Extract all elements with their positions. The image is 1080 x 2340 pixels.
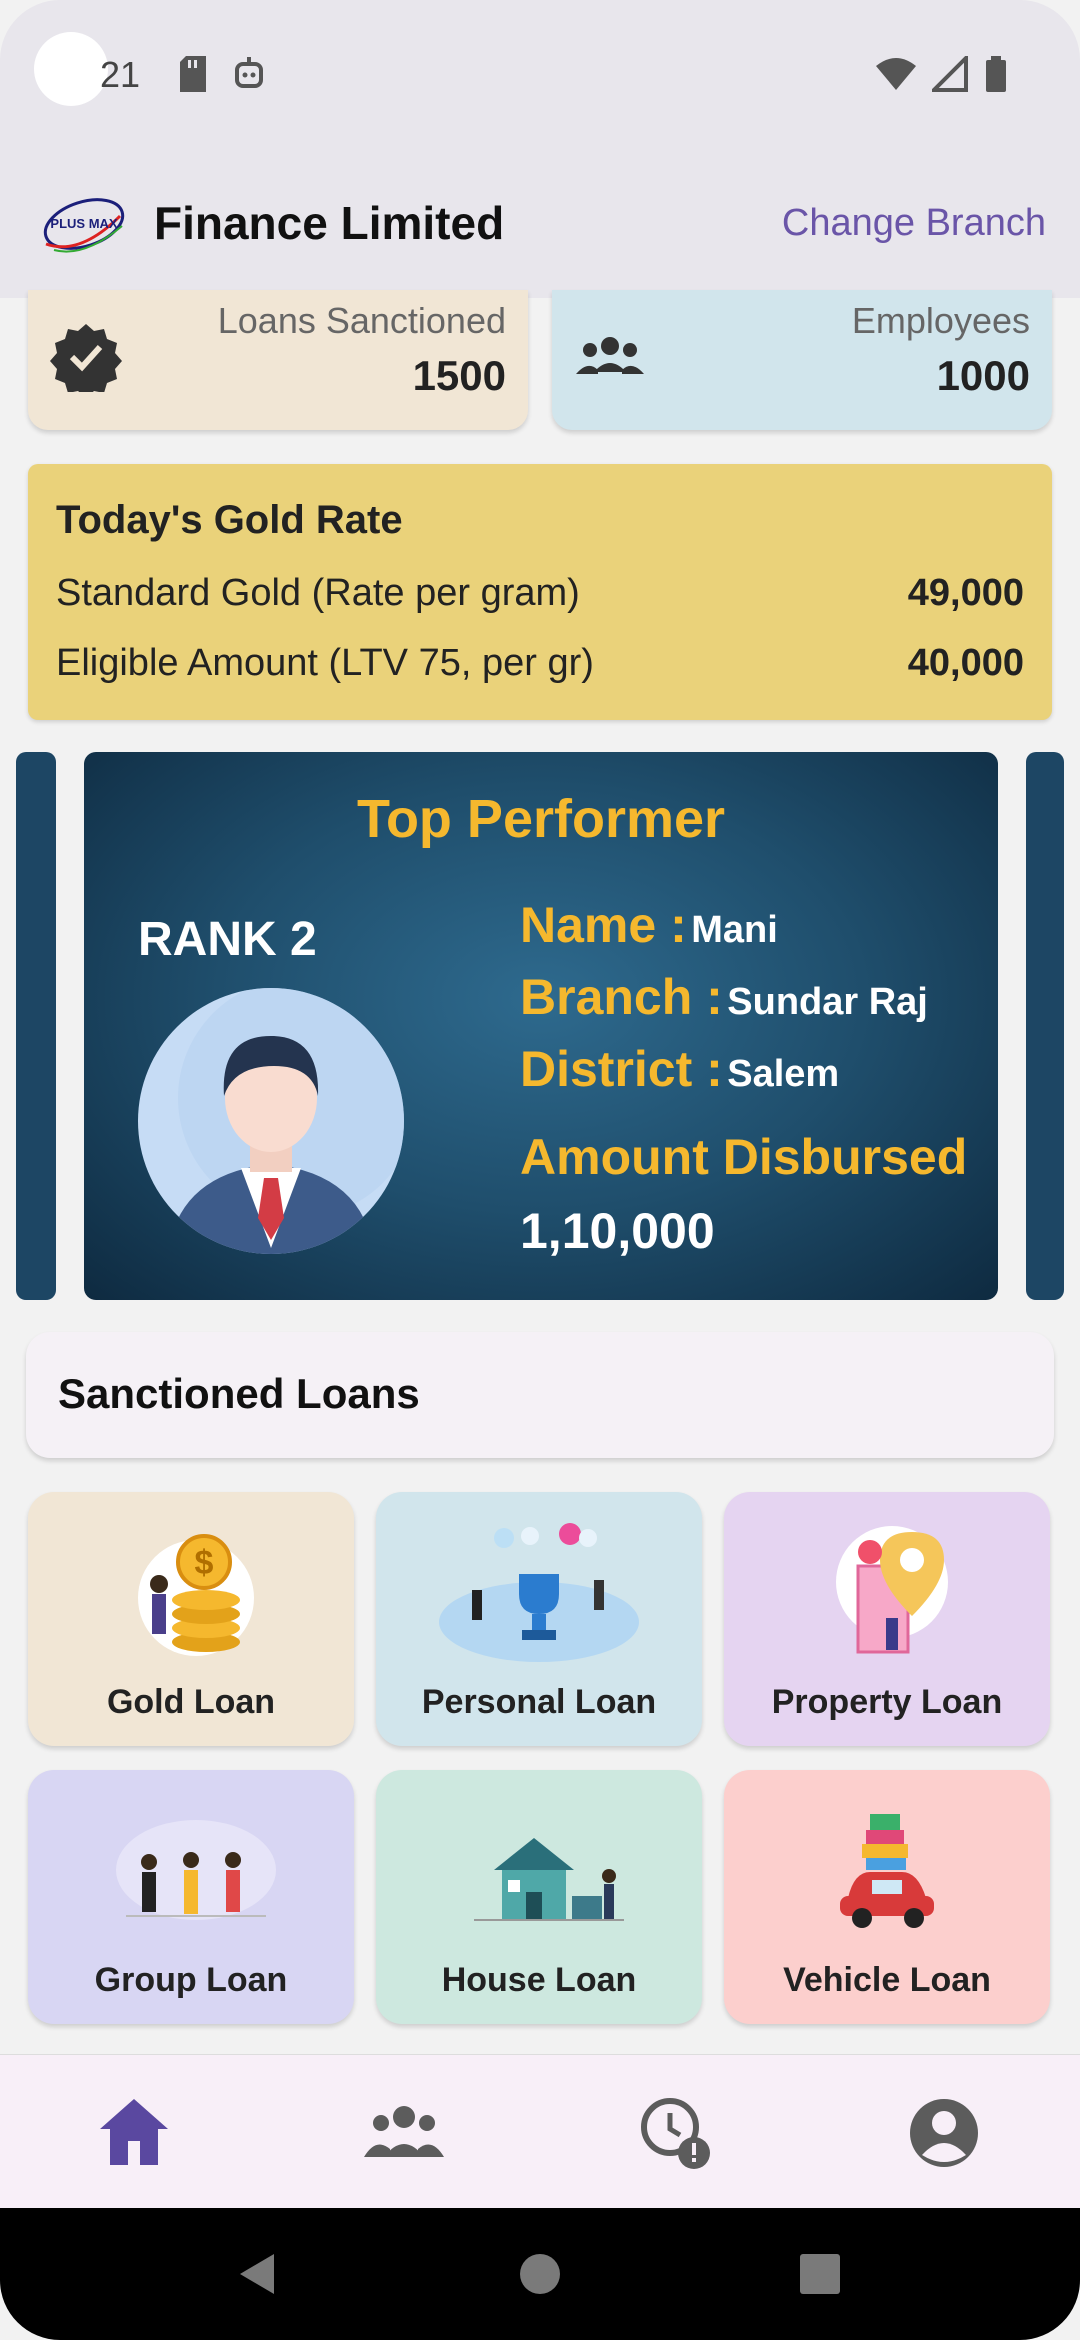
gold-loan-tile[interactable]: $ Gold Loan: [28, 1492, 354, 1746]
loan-label: Property Loan: [771, 1683, 1003, 1721]
stat-label: Loans Sanctioned: [217, 300, 506, 341]
performer-district: Salem: [727, 1053, 840, 1095]
home-button-icon[interactable]: [518, 2252, 562, 2296]
status-time: 21: [100, 54, 141, 95]
performer-name: Mani: [691, 909, 778, 951]
wifi-icon: [876, 58, 916, 90]
status-bar: 21: [0, 0, 1080, 150]
gold-rate-row: Standard Gold (Rate per gram) 49,000: [56, 572, 1024, 615]
svg-text:PLUS MAX: PLUS MAX: [50, 216, 118, 231]
loans-sanctioned-card[interactable]: Loans Sanctioned 1500: [28, 290, 528, 430]
loan-label: Vehicle Loan: [783, 1961, 991, 1999]
gold-coins-illustration: $: [138, 1534, 254, 1656]
bottom-navigation: [0, 2054, 1080, 2208]
gold-rate-row: Eligible Amount (LTV 75, per gr) 40,000: [56, 642, 1024, 685]
account-icon[interactable]: [904, 2093, 984, 2173]
gold-rate-label: Eligible Amount (LTV 75, per gr): [56, 642, 594, 684]
gold-rate-value: 40,000: [907, 642, 1024, 684]
gold-rate-card: Today's Gold Rate Standard Gold (Rate pe…: [28, 464, 1052, 720]
performer-district-row: District : Salem: [520, 1040, 839, 1098]
verified-badge-icon: [50, 324, 122, 392]
battery-icon: [986, 56, 1006, 92]
vehicle-loan-tile[interactable]: Vehicle Loan: [724, 1770, 1050, 2024]
performer-name-row: Name : Mani: [520, 896, 778, 954]
group-icon: [576, 337, 644, 374]
loan-label: Personal Loan: [421, 1683, 657, 1721]
group-handshake-illustration: [116, 1820, 276, 1920]
sanctioned-loans-header: Sanctioned Loans: [26, 1332, 1054, 1458]
performer-branch-row: Branch : Sundar Raj: [520, 968, 928, 1026]
stat-label: Employees: [851, 300, 1030, 341]
house-loan-tile[interactable]: House Loan: [376, 1770, 702, 2024]
performer-title: Top Performer: [356, 789, 726, 849]
performer-rank: RANK 2: [138, 913, 317, 966]
amount-disbursed-label: Amount Disbursed: [520, 1129, 968, 1185]
people-icon[interactable]: [364, 2093, 444, 2173]
house-illustration: [474, 1838, 624, 1921]
loan-label: House Loan: [441, 1961, 637, 1999]
app-title: Finance Limited: [154, 197, 505, 249]
person-avatar-icon: [168, 988, 404, 1254]
carousel-prev-card[interactable]: [16, 752, 56, 1300]
back-icon[interactable]: [236, 2252, 276, 2296]
system-navigation-bar: [0, 2208, 1080, 2340]
employees-card[interactable]: Employees 1000: [552, 290, 1052, 430]
property-map-illustration: [836, 1526, 948, 1654]
group-loan-tile[interactable]: Group Loan: [28, 1770, 354, 2024]
car-gifts-illustration: [840, 1814, 934, 1928]
signal-icon: [932, 56, 968, 92]
home-icon[interactable]: [94, 2093, 174, 2173]
app-bar: PLUS MAX Finance Limited Change Branch: [0, 150, 1080, 298]
amount-disbursed-value: 1,10,000: [520, 1203, 715, 1259]
property-loan-tile[interactable]: Property Loan: [724, 1492, 1050, 1746]
gold-rate-value: 49,000: [907, 572, 1024, 614]
branch-key: Branch :: [520, 969, 723, 1025]
loan-label: Gold Loan: [106, 1683, 276, 1721]
svg-text:$: $: [195, 1544, 214, 1582]
pending-clock-icon[interactable]: [636, 2093, 716, 2173]
district-key: District :: [520, 1041, 723, 1097]
recents-icon[interactable]: [800, 2254, 840, 2294]
performer-avatar: [138, 988, 404, 1254]
gold-rate-label: Standard Gold (Rate per gram): [56, 572, 580, 614]
performer-branch: Sundar Raj: [727, 981, 928, 1023]
plus-max-logo: PLUS MAX: [43, 198, 125, 253]
loan-label: Group Loan: [94, 1961, 288, 1999]
section-title: Sanctioned Loans: [58, 1370, 420, 1417]
change-branch-button[interactable]: Change Branch: [782, 202, 1046, 245]
carousel-next-card[interactable]: [1026, 752, 1064, 1300]
trophy-celebration-illustration: [439, 1523, 639, 1662]
sd-card-icon: [180, 56, 206, 92]
camera-cutout: [34, 32, 108, 106]
name-key: Name :: [520, 897, 687, 953]
gold-rate-title: Today's Gold Rate: [56, 498, 403, 542]
robot-icon: [235, 57, 263, 88]
personal-loan-tile[interactable]: Personal Loan: [376, 1492, 702, 1746]
stat-value: 1500: [412, 352, 506, 399]
top-performer-card[interactable]: Top Performer RANK 2 Name : Mani Branch …: [84, 752, 998, 1300]
stat-value: 1000: [936, 352, 1030, 399]
